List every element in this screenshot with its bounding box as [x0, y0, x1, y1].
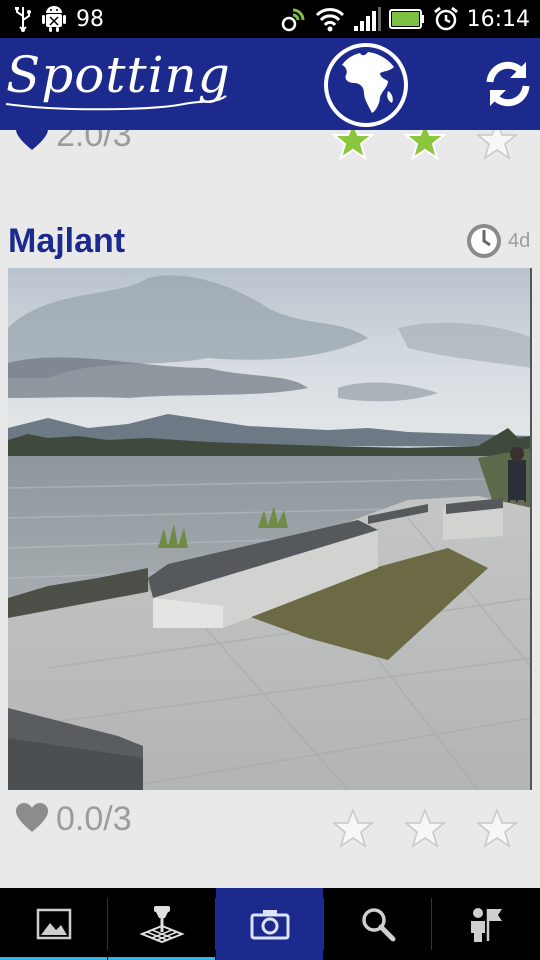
heart-icon[interactable]	[14, 802, 50, 834]
waterfront-photo	[8, 268, 530, 790]
android-debug-icon	[42, 5, 66, 33]
camera-icon	[250, 910, 289, 940]
map-pin-icon	[138, 906, 185, 944]
battery-percent: 98	[76, 6, 104, 32]
tab-map[interactable]	[108, 888, 215, 960]
user-flag-icon	[470, 908, 502, 942]
post-title[interactable]: Majlant	[8, 222, 125, 261]
post-photo[interactable]	[8, 268, 532, 790]
tab-camera[interactable]	[216, 888, 323, 960]
battery-icon	[388, 8, 425, 30]
refresh-icon[interactable]	[482, 58, 534, 110]
clock-icon	[467, 224, 501, 258]
star-2-icon[interactable]	[404, 130, 446, 160]
status-bar: 98 16:14	[0, 0, 540, 38]
feed-list[interactable]: 2.0/3 Majlant 4d 0.0/3	[0, 130, 540, 888]
star-1-icon[interactable]	[332, 130, 374, 160]
star-2-icon[interactable]	[404, 808, 446, 848]
heart-icon[interactable]	[14, 130, 50, 152]
tab-profile[interactable]	[432, 888, 539, 960]
signal-icon	[353, 6, 381, 32]
app-bar: Spotting	[0, 38, 540, 130]
post-rating-row: 0.0/3	[0, 798, 540, 848]
star-3-icon[interactable]	[476, 808, 518, 848]
star-3-icon[interactable]	[476, 130, 518, 160]
tab-search[interactable]	[324, 888, 431, 960]
usb-icon	[14, 6, 32, 32]
clock-time: 16:14	[466, 6, 530, 32]
tab-gallery[interactable]	[0, 888, 107, 960]
star-1-icon[interactable]	[332, 808, 374, 848]
logo-swash	[5, 95, 227, 111]
alarm-icon	[433, 6, 459, 32]
previous-post-rating-row: 2.0/3	[0, 130, 540, 170]
previous-post-score: 2.0/3	[56, 130, 132, 154]
post-score: 0.0/3	[56, 800, 132, 838]
app-root: 98 16:14 Spotting 2.0/3 Majlant 4d 0.0/3	[0, 0, 540, 960]
bottom-navigation	[0, 888, 540, 960]
image-icon	[36, 908, 71, 940]
search-icon	[361, 908, 395, 942]
globe-icon[interactable]	[322, 41, 410, 129]
wifi-icon	[315, 6, 345, 32]
data-sync-icon	[281, 6, 307, 32]
post-age: 4d	[508, 230, 531, 252]
